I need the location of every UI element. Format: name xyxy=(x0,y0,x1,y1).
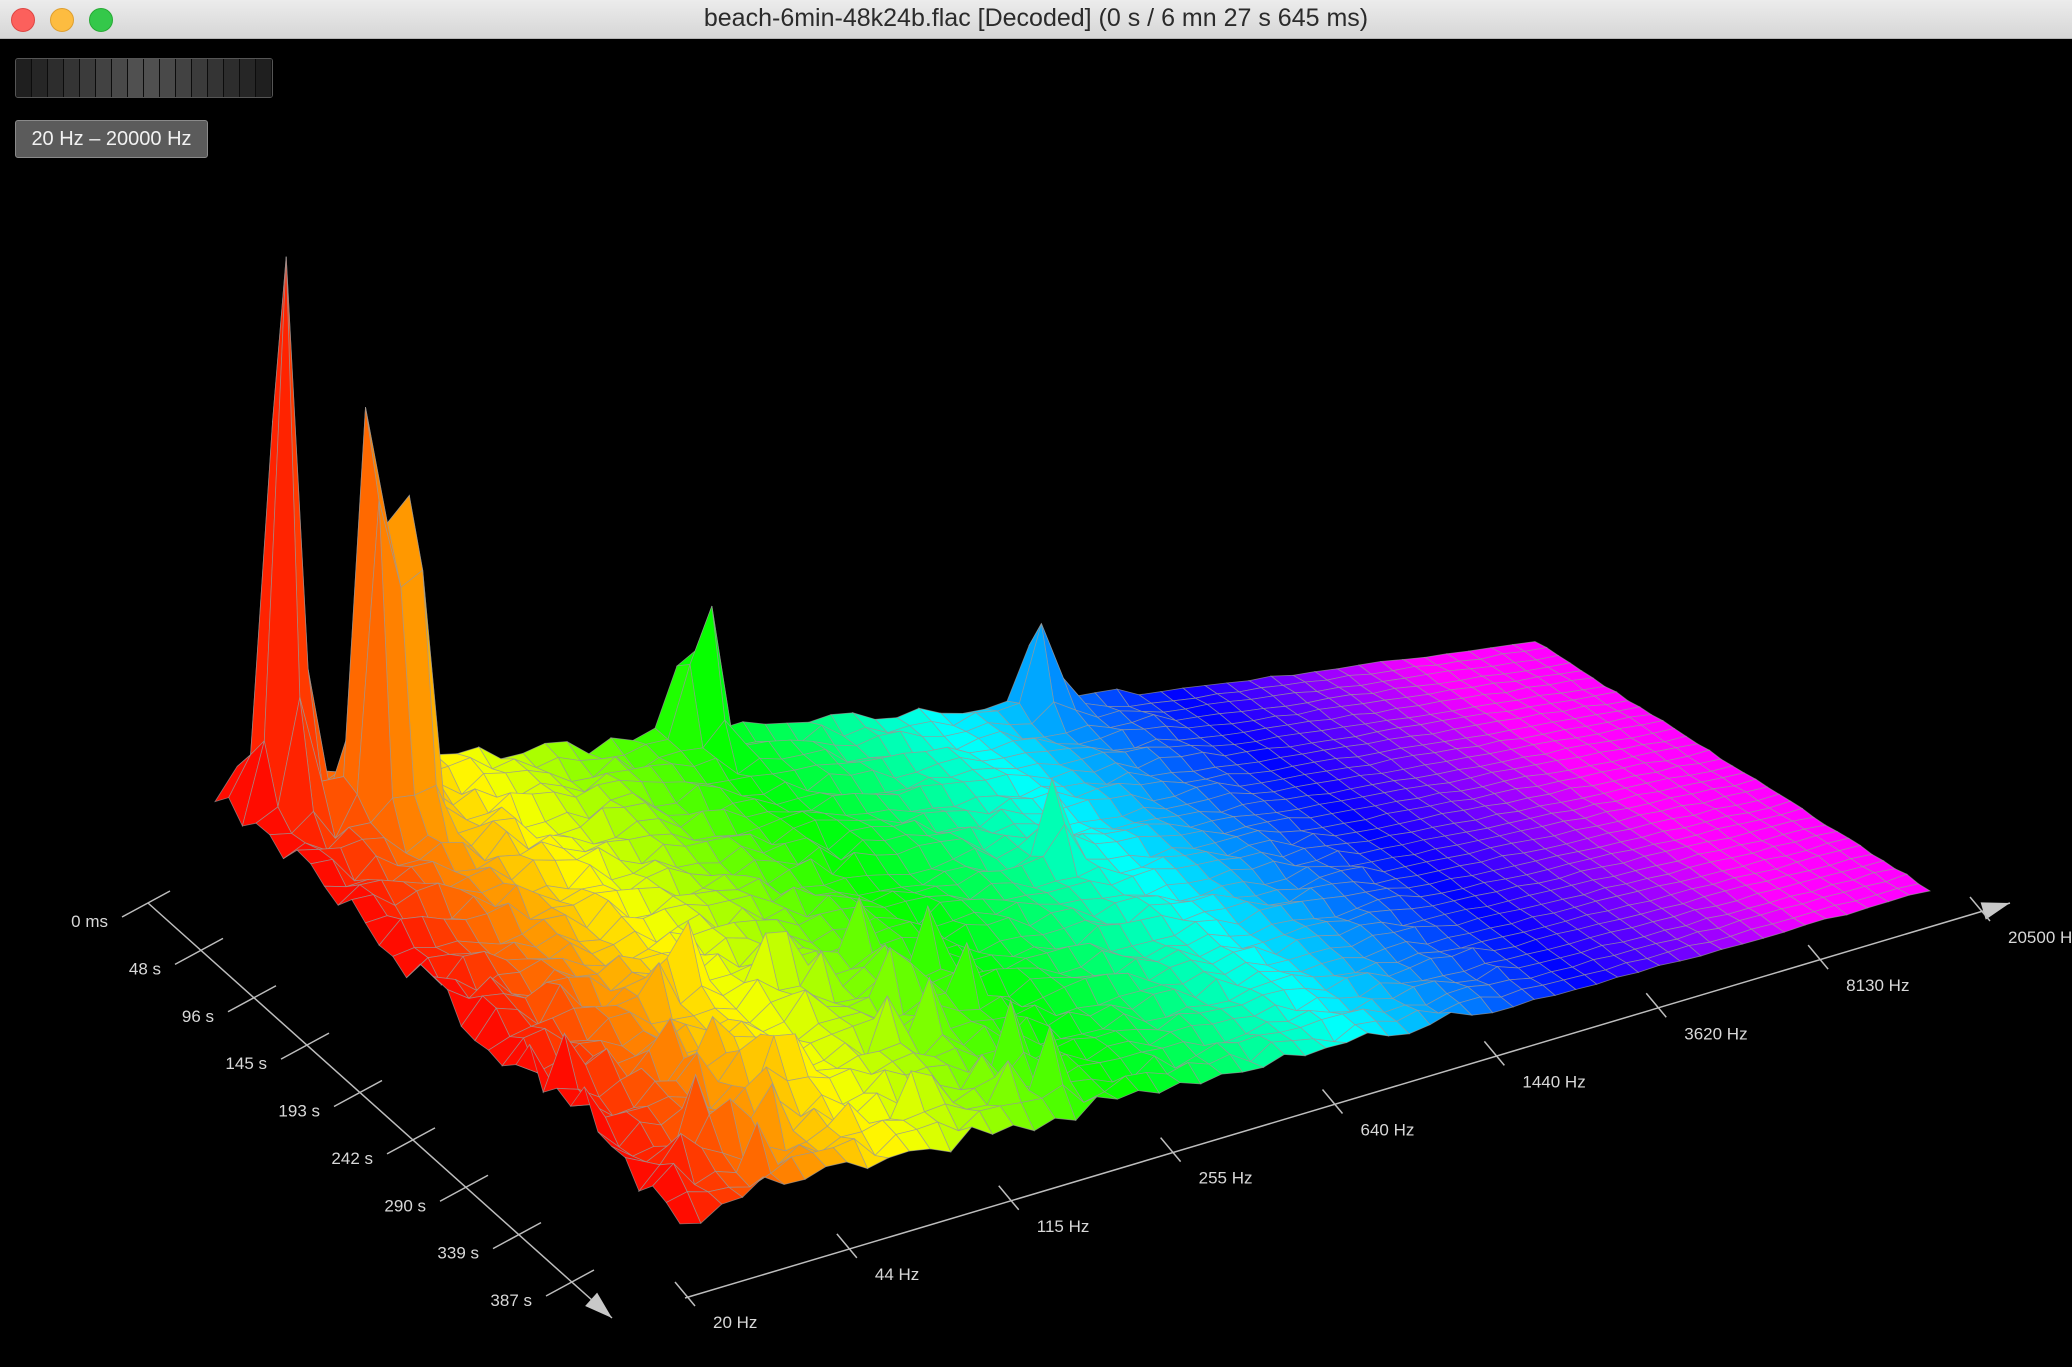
time-axis-tick xyxy=(174,937,224,966)
frequency-axis-tick-label: 115 Hz xyxy=(1037,1217,1090,1236)
time-axis-tick-label: 387 s xyxy=(490,1291,532,1310)
frequency-axis-tick xyxy=(1645,992,1667,1018)
time-axis-tick xyxy=(386,1127,436,1155)
time-axis-tick xyxy=(439,1174,489,1202)
frequency-axis-tick-label: 640 Hz xyxy=(1361,1121,1415,1140)
frequency-axis-tick xyxy=(674,1281,696,1307)
time-axis-tick-label: 339 s xyxy=(437,1244,479,1263)
frequency-axis-arrow-icon xyxy=(1980,902,2010,920)
frequency-axis-tick-label: 255 Hz xyxy=(1199,1169,1253,1188)
frequency-axis-tick xyxy=(998,1185,1020,1211)
spectrum-window: beach-6min-48k24b.flac [Decoded] (0 s / … xyxy=(0,0,2072,1367)
time-axis-tick-label: 290 s xyxy=(384,1196,426,1215)
frequency-axis-tick-label: 20 Hz xyxy=(713,1313,757,1332)
time-axis-tick-label: 242 s xyxy=(331,1149,373,1168)
time-axis-tick-label: 0 ms xyxy=(71,912,108,931)
frequency-axis-tick xyxy=(1807,944,1829,970)
spectrum-surface xyxy=(214,256,1932,1225)
frequency-axis-tick xyxy=(1483,1040,1505,1066)
time-axis-tick xyxy=(492,1221,542,1250)
time-axis-tick-label: 145 s xyxy=(225,1054,267,1073)
frequency-axis-tick-label: 8130 Hz xyxy=(1846,976,1909,995)
title-bar: beach-6min-48k24b.flac [Decoded] (0 s / … xyxy=(0,0,2072,39)
time-axis-tick xyxy=(280,1032,330,1060)
time-axis-tick-label: 48 s xyxy=(129,959,161,978)
frequency-axis-tick-label: 44 Hz xyxy=(875,1265,919,1284)
time-axis-tick xyxy=(121,890,171,918)
time-axis-tick xyxy=(545,1269,595,1297)
frequency-axis-tick-label: 1440 Hz xyxy=(1522,1072,1585,1091)
time-axis-tick-label: 193 s xyxy=(278,1102,320,1121)
time-axis-arrow-icon xyxy=(585,1292,612,1318)
frequency-axis-tick xyxy=(1160,1137,1182,1163)
time-axis-tick xyxy=(333,1079,383,1108)
frequency-axis-tick-label: 3620 Hz xyxy=(1684,1024,1747,1043)
frequency-axis-tick xyxy=(1321,1089,1344,1114)
time-axis-tick xyxy=(227,985,277,1013)
spectrum-3d-plot[interactable]: 0 ms 48 s 96 s 145 s 193 s 242 s 290 s 339 s 387… xyxy=(0,38,2072,1367)
frequency-axis-tick xyxy=(836,1233,858,1259)
time-axis-tick-label: 96 s xyxy=(182,1007,214,1026)
frequency-axis-tick-label: 20500 Hz xyxy=(2008,928,2072,947)
window-title: beach-6min-48k24b.flac [Decoded] (0 s / … xyxy=(703,4,1369,32)
